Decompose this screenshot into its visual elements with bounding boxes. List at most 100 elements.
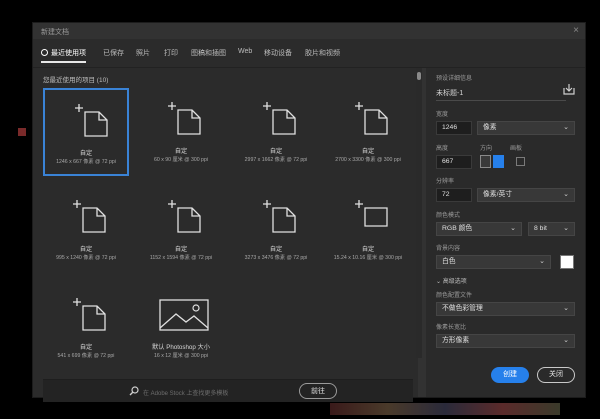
advanced-options-toggle[interactable]: ⌄ 高级选项	[436, 276, 467, 285]
portrait-orientation-icon[interactable]	[480, 155, 491, 168]
stock-search-bar: 在 Adobe Stock 上查找更多模板 前往	[43, 379, 413, 402]
document-icon	[73, 200, 106, 233]
category-tabs: 最近使用项 已保存 照片 打印 图稿和插图 Web 移动设备 胶片和视频	[33, 39, 585, 68]
select-value: 像素/英寸	[483, 191, 513, 198]
tab-art-illustration[interactable]: 图稿和插图	[191, 48, 226, 58]
select-value: 白色	[442, 258, 456, 265]
background-label: 背景内容	[436, 246, 461, 252]
create-button[interactable]: 创建	[491, 367, 529, 383]
close-button[interactable]: 关闭	[537, 367, 575, 383]
save-preset-icon[interactable]	[563, 83, 575, 95]
scrollbar-thumb[interactable]	[417, 72, 421, 80]
background-thumbnail	[18, 128, 26, 136]
chevron-down-icon: ⌄	[563, 305, 569, 312]
chevron-down-icon: ⌄	[539, 258, 545, 265]
chevron-down-icon: ⌄	[563, 191, 569, 198]
preset-card[interactable]: 自定 995 x 1240 像素 @ 72 ppi	[43, 186, 129, 274]
pixel-ratio-label: 像素长宽比	[436, 325, 467, 331]
scrollbar[interactable]	[416, 68, 422, 358]
width-unit-select[interactable]: 像素 ⌄	[477, 121, 575, 135]
preset-card[interactable]: 自定 541 x 699 像素 @ 72 ppi	[43, 284, 129, 372]
tab-film-video[interactable]: 胶片和视频	[305, 48, 340, 58]
artboard-label: 画板	[510, 146, 523, 152]
resolution-input[interactable]: 72	[436, 188, 472, 202]
document-icon	[73, 298, 106, 331]
background-thumbnail	[330, 403, 560, 415]
document-icon	[355, 200, 388, 227]
document-icon	[263, 102, 296, 135]
new-document-dialog: 新建文档 × 最近使用项 已保存 照片 打印 图稿和插图 Web 移动设备 胶片…	[32, 22, 586, 402]
preset-card[interactable]: 自定 2700 x 3300 像素 @ 300 ppi	[325, 88, 411, 176]
select-value: 不做色彩管理	[442, 305, 483, 312]
color-mode-label: 颜色模式	[436, 213, 461, 219]
preset-card[interactable]: 自定 15.24 x 10.16 厘米 @ 300 ppi	[325, 186, 411, 274]
preset-card[interactable]: 自定 1152 x 1594 像素 @ 72 ppi	[138, 186, 224, 274]
tab-saved[interactable]: 已保存	[103, 48, 124, 58]
chevron-down-icon: ⌄	[563, 124, 569, 131]
width-input[interactable]: 1246	[436, 121, 472, 135]
tab-photo[interactable]: 照片	[136, 48, 150, 58]
tab-web[interactable]: Web	[238, 48, 252, 55]
landscape-orientation-icon[interactable]	[493, 155, 504, 168]
preset-detail: 995 x 1240 像素 @ 72 ppi	[56, 255, 116, 261]
go-button[interactable]: 前往	[299, 383, 337, 399]
color-mode-select[interactable]: RGB 颜色 ⌄	[436, 222, 522, 236]
color-profile-select[interactable]: 不做色彩管理 ⌄	[436, 302, 575, 316]
bit-depth-select[interactable]: 8 bit ⌄	[528, 222, 575, 236]
width-label: 宽度	[436, 112, 449, 118]
preset-detail: 16 x 12 厘米 @ 300 ppi	[153, 353, 208, 359]
preset-name: 自定	[269, 148, 283, 155]
document-icon	[168, 102, 201, 135]
recent-section-title: 您最近使用的项目 (10)	[43, 77, 109, 84]
details-header: 预设详细信息	[436, 76, 473, 82]
pixel-ratio-select[interactable]: 方形像素 ⌄	[436, 334, 575, 348]
chevron-down-icon: ⌄	[563, 225, 569, 232]
preset-name: 自定	[361, 148, 375, 155]
preset-detail: 541 x 699 像素 @ 72 ppi	[57, 353, 115, 359]
search-icon	[129, 386, 139, 396]
preset-card[interactable]: 自定 2997 x 1662 像素 @ 72 ppi	[233, 88, 319, 176]
resolution-unit-select[interactable]: 像素/英寸 ⌄	[477, 188, 575, 202]
resolution-label: 分辨率	[436, 179, 455, 185]
image-icon	[159, 299, 209, 331]
preset-detail: 1246 x 667 像素 @ 72 ppi	[56, 159, 116, 165]
select-value: 像素	[483, 124, 497, 131]
preset-card[interactable]: 自定 60 x 90 厘米 @ 300 ppi	[138, 88, 224, 176]
preset-detail: 3273 x 3476 像素 @ 72 ppi	[244, 255, 308, 261]
recent-documents-area: 您最近使用的项目 (10) 自定 1246 x 667 像素 @ 72 ppi …	[33, 68, 418, 402]
color-profile-label: 颜色配置文件	[436, 293, 473, 299]
document-name-field[interactable]: 未标题-1	[436, 88, 463, 98]
close-window-icon[interactable]: ×	[573, 25, 579, 36]
document-icon	[75, 104, 108, 137]
background-select[interactable]: 白色 ⌄	[436, 255, 551, 269]
preset-detail: 2700 x 3300 像素 @ 300 ppi	[335, 157, 401, 163]
select-value: RGB 颜色	[442, 225, 473, 232]
chevron-down-icon: ⌄	[510, 225, 516, 232]
name-underline	[436, 100, 566, 101]
preset-name: 默认 Photoshop 大小	[152, 344, 210, 351]
background-color-swatch[interactable]	[560, 255, 574, 269]
tab-print[interactable]: 打印	[164, 48, 178, 58]
preset-detail: 15.24 x 10.16 厘米 @ 300 ppi	[333, 255, 403, 261]
chevron-down-icon: ⌄	[436, 279, 443, 285]
preset-card[interactable]: 自定 3273 x 3476 像素 @ 72 ppi	[233, 186, 319, 274]
preset-detail: 2997 x 1662 像素 @ 72 ppi	[244, 157, 308, 163]
preset-detail: 60 x 90 厘米 @ 300 ppi	[153, 157, 208, 163]
clock-icon	[41, 49, 48, 56]
title-bar: 新建文档 ×	[33, 23, 585, 39]
preset-card[interactable]: 自定 1246 x 667 像素 @ 72 ppi	[43, 88, 129, 176]
height-label: 高度	[436, 146, 449, 152]
search-input[interactable]: 在 Adobe Stock 上查找更多模板	[143, 388, 228, 397]
preset-name: 自定	[79, 344, 93, 351]
artboard-checkbox[interactable]	[516, 157, 525, 166]
preset-card[interactable]: 默认 Photoshop 大小 16 x 12 厘米 @ 300 ppi	[138, 284, 224, 372]
tab-recent[interactable]: 最近使用项	[41, 48, 86, 63]
preset-details-panel: 预设详细信息 未标题-1 宽度 1246 像素 ⌄ 高度 方向 画板 667 分辨…	[426, 68, 585, 397]
select-value: 8 bit	[534, 225, 547, 232]
preset-name: 自定	[174, 246, 188, 253]
height-input[interactable]: 667	[436, 155, 472, 169]
dialog-title: 新建文档	[41, 29, 69, 36]
tab-mobile[interactable]: 移动设备	[264, 48, 292, 58]
preset-name: 自定	[269, 246, 283, 253]
chevron-down-icon: ⌄	[563, 337, 569, 344]
